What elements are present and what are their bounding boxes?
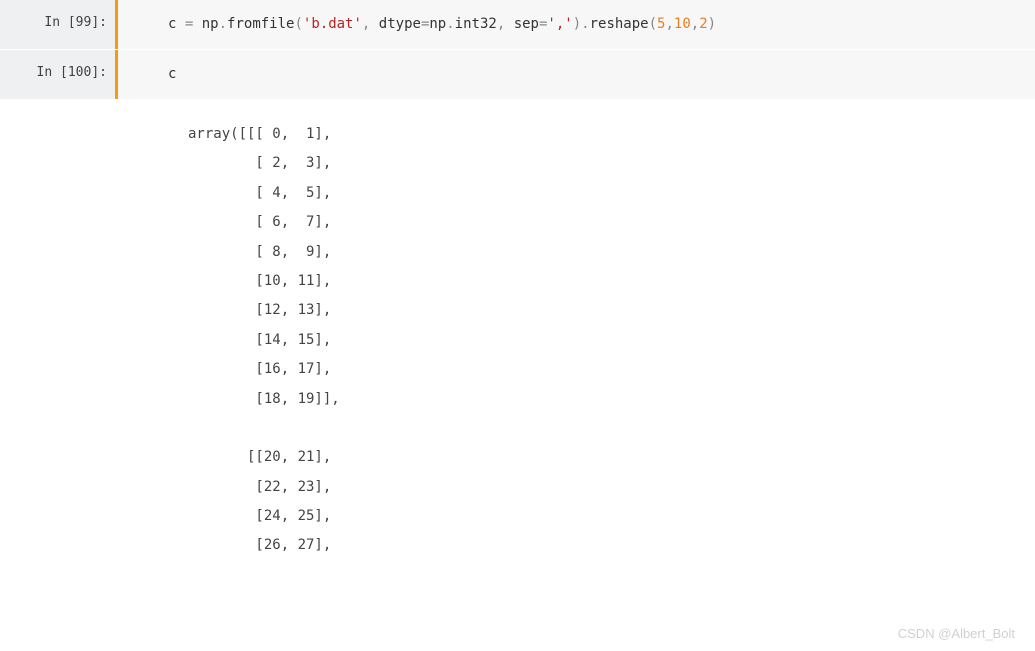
code-token: . bbox=[446, 16, 454, 32]
code-token: , bbox=[691, 16, 699, 32]
code-token: ( bbox=[294, 16, 302, 32]
code-token: c bbox=[168, 16, 185, 32]
prompt-area: In [100]: bbox=[0, 50, 115, 99]
code-token: dtype bbox=[379, 16, 421, 32]
code-area[interactable]: c = np.fromfile('b.dat', dtype=np.int32,… bbox=[118, 0, 1035, 49]
code-token: , bbox=[362, 16, 379, 32]
code-cell-100[interactable]: In [100]: c bbox=[0, 50, 1035, 100]
code-token: np bbox=[193, 16, 218, 32]
code-area[interactable]: c bbox=[118, 50, 1035, 99]
code-token: , bbox=[497, 16, 514, 32]
output-text: array([[[ 0, 1], [ 2, 3], [ 4, 5], [ 6, … bbox=[118, 100, 1035, 575]
code-token: int32 bbox=[455, 16, 497, 32]
watermark: CSDN @Albert_Bolt bbox=[898, 626, 1015, 641]
code-token: 'b.dat' bbox=[303, 16, 362, 32]
prompt-label: In [99]: bbox=[44, 15, 107, 30]
code-token: np bbox=[429, 16, 446, 32]
notebook-container: In [99]: c = np.fromfile('b.dat', dtype=… bbox=[0, 0, 1035, 651]
code-token: . bbox=[219, 16, 227, 32]
output-prompt-spacer bbox=[0, 100, 118, 575]
code-token: sep bbox=[514, 16, 539, 32]
code-cell-99[interactable]: In [99]: c = np.fromfile('b.dat', dtype=… bbox=[0, 0, 1035, 50]
code-token: 10 bbox=[674, 16, 691, 32]
prompt-label: In [100]: bbox=[37, 65, 107, 80]
code-token: c bbox=[168, 66, 176, 82]
code-token: ) bbox=[708, 16, 716, 32]
code-token: reshape bbox=[590, 16, 649, 32]
output-cell: array([[[ 0, 1], [ 2, 3], [ 4, 5], [ 6, … bbox=[0, 100, 1035, 575]
code-token: ) bbox=[573, 16, 581, 32]
code-token: fromfile bbox=[227, 16, 294, 32]
code-token: 2 bbox=[699, 16, 707, 32]
code-token: ( bbox=[649, 16, 657, 32]
code-token: . bbox=[581, 16, 589, 32]
prompt-area: In [99]: bbox=[0, 0, 115, 49]
code-token: ',' bbox=[547, 16, 572, 32]
code-token: , bbox=[665, 16, 673, 32]
